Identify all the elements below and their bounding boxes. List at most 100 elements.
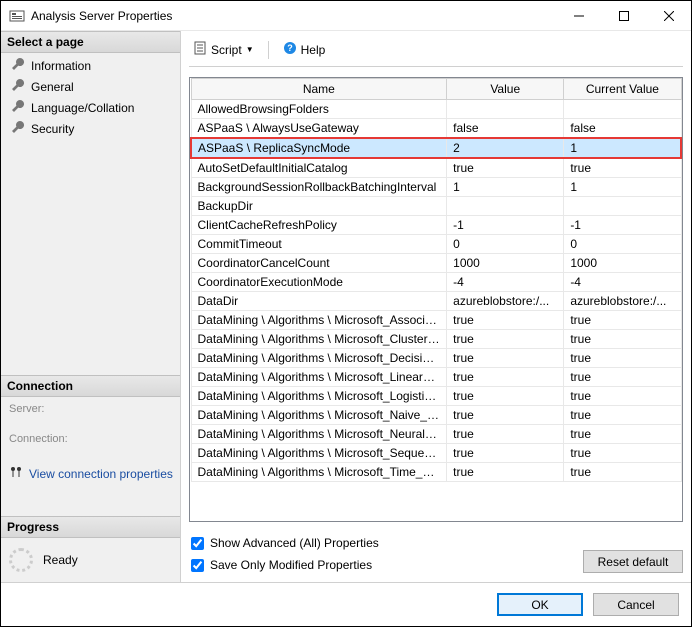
cell-current: 1000: [564, 254, 681, 273]
table-row[interactable]: DataMining \ Algorithms \ Microsoft_Sequ…: [191, 444, 681, 463]
col-header-value[interactable]: Value: [447, 79, 564, 100]
cell-name: DataDir: [191, 292, 447, 311]
cancel-button[interactable]: Cancel: [593, 593, 679, 616]
nav-item-label: Information: [31, 59, 91, 73]
cell-value[interactable]: 1000: [447, 254, 564, 273]
cell-value[interactable]: true: [447, 311, 564, 330]
nav-item-general[interactable]: General: [1, 76, 180, 97]
cell-name: CommitTimeout: [191, 235, 447, 254]
view-connection-properties-link[interactable]: View connection properties: [1, 459, 180, 484]
view-connection-label: View connection properties: [29, 467, 173, 481]
nav-item-language-collation[interactable]: Language/Collation: [1, 97, 180, 118]
titlebar: Analysis Server Properties: [1, 1, 691, 31]
table-row[interactable]: BackgroundSessionRollbackBatchingInterva…: [191, 178, 681, 197]
show-advanced-label: Show Advanced (All) Properties: [210, 536, 379, 550]
table-row[interactable]: DataMining \ Algorithms \ Microsoft_Naiv…: [191, 406, 681, 425]
wrench-icon: [11, 78, 25, 95]
cell-value[interactable]: true: [447, 158, 564, 178]
cell-name: DataMining \ Algorithms \ Microsoft_Deci…: [191, 349, 447, 368]
wrench-icon: [11, 99, 25, 116]
cell-current: false: [564, 119, 681, 139]
server-label: Server:: [1, 399, 180, 417]
cell-current: true: [564, 330, 681, 349]
nav-item-information[interactable]: Information: [1, 55, 180, 76]
minimize-button[interactable]: [556, 1, 601, 30]
table-row[interactable]: DataMining \ Algorithms \ Microsoft_Deci…: [191, 349, 681, 368]
content-panel: Script ▼ ? Help Name Value Current Value: [181, 31, 691, 582]
toolbar: Script ▼ ? Help: [189, 37, 683, 67]
cell-value[interactable]: true: [447, 387, 564, 406]
window-title: Analysis Server Properties: [31, 9, 556, 23]
cell-value[interactable]: true: [447, 425, 564, 444]
table-row[interactable]: AutoSetDefaultInitialCatalogtruetrue: [191, 158, 681, 178]
show-advanced-checkbox[interactable]: [191, 537, 204, 550]
script-label: Script: [211, 43, 242, 57]
cell-name: AutoSetDefaultInitialCatalog: [191, 158, 447, 178]
cell-value[interactable]: [447, 197, 564, 216]
table-row[interactable]: CoordinatorExecutionMode-4-4: [191, 273, 681, 292]
cell-value[interactable]: true: [447, 444, 564, 463]
cell-value[interactable]: 2: [447, 138, 564, 158]
table-row[interactable]: DataDirazureblobstore:/...azureblobstore…: [191, 292, 681, 311]
reset-default-button[interactable]: Reset default: [583, 550, 683, 573]
close-button[interactable]: [646, 1, 691, 30]
table-row[interactable]: CommitTimeout00: [191, 235, 681, 254]
cell-value[interactable]: false: [447, 119, 564, 139]
cell-current: -4: [564, 273, 681, 292]
cell-current: true: [564, 311, 681, 330]
cell-value[interactable]: true: [447, 406, 564, 425]
cell-current: true: [564, 463, 681, 482]
properties-grid-scroll[interactable]: Name Value Current Value AllowedBrowsing…: [189, 77, 683, 522]
cell-value[interactable]: -1: [447, 216, 564, 235]
ok-button[interactable]: OK: [497, 593, 583, 616]
table-row[interactable]: DataMining \ Algorithms \ Microsoft_Time…: [191, 463, 681, 482]
cell-value[interactable]: azureblobstore:/...: [447, 292, 564, 311]
table-row[interactable]: ASPaaS \ ReplicaSyncMode21: [191, 138, 681, 158]
table-row[interactable]: BackupDir: [191, 197, 681, 216]
table-row[interactable]: DataMining \ Algorithms \ Microsoft_Clus…: [191, 330, 681, 349]
table-row[interactable]: ASPaaS \ AlwaysUseGatewayfalsefalse: [191, 119, 681, 139]
maximize-button[interactable]: [601, 1, 646, 30]
cell-value[interactable]: 0: [447, 235, 564, 254]
cell-name: DataMining \ Algorithms \ Microsoft_Asso…: [191, 311, 447, 330]
table-row[interactable]: AllowedBrowsingFolders: [191, 100, 681, 119]
help-label: Help: [301, 43, 326, 57]
nav-item-security[interactable]: Security: [1, 118, 180, 139]
progress-spinner-icon: [9, 548, 33, 572]
table-row[interactable]: DataMining \ Algorithms \ Microsoft_Neur…: [191, 425, 681, 444]
cell-name: DataMining \ Algorithms \ Microsoft_Sequ…: [191, 444, 447, 463]
cell-current: true: [564, 425, 681, 444]
connection-header: Connection: [1, 375, 180, 397]
progress-header: Progress: [1, 516, 180, 538]
nav-item-label: General: [31, 80, 74, 94]
cell-current: true: [564, 368, 681, 387]
app-icon: [9, 8, 25, 24]
cell-value[interactable]: true: [447, 330, 564, 349]
wrench-icon: [11, 57, 25, 74]
col-header-current[interactable]: Current Value: [564, 79, 681, 100]
cell-value[interactable]: true: [447, 349, 564, 368]
cell-current: azureblobstore:/...: [564, 292, 681, 311]
table-row[interactable]: CoordinatorCancelCount10001000: [191, 254, 681, 273]
cell-name: AllowedBrowsingFolders: [191, 100, 447, 119]
cell-name: ClientCacheRefreshPolicy: [191, 216, 447, 235]
cell-value[interactable]: true: [447, 463, 564, 482]
cell-value[interactable]: 1: [447, 178, 564, 197]
table-row[interactable]: DataMining \ Algorithms \ Microsoft_Logi…: [191, 387, 681, 406]
table-row[interactable]: DataMining \ Algorithms \ Microsoft_Asso…: [191, 311, 681, 330]
nav-item-label: Security: [31, 122, 74, 136]
save-modified-checkbox[interactable]: [191, 559, 204, 572]
col-header-name[interactable]: Name: [191, 79, 447, 100]
cell-current: -1: [564, 216, 681, 235]
cell-value[interactable]: true: [447, 368, 564, 387]
table-row[interactable]: DataMining \ Algorithms \ Microsoft_Line…: [191, 368, 681, 387]
table-row[interactable]: ClientCacheRefreshPolicy-1-1: [191, 216, 681, 235]
help-icon: ?: [283, 41, 297, 58]
cell-value[interactable]: [447, 100, 564, 119]
properties-grid: Name Value Current Value AllowedBrowsing…: [190, 78, 682, 482]
cell-value[interactable]: -4: [447, 273, 564, 292]
cell-name: ASPaaS \ AlwaysUseGateway: [191, 119, 447, 139]
help-button[interactable]: ? Help: [279, 39, 330, 60]
script-dropdown[interactable]: Script ▼: [189, 39, 258, 60]
cell-name: ASPaaS \ ReplicaSyncMode: [191, 138, 447, 158]
